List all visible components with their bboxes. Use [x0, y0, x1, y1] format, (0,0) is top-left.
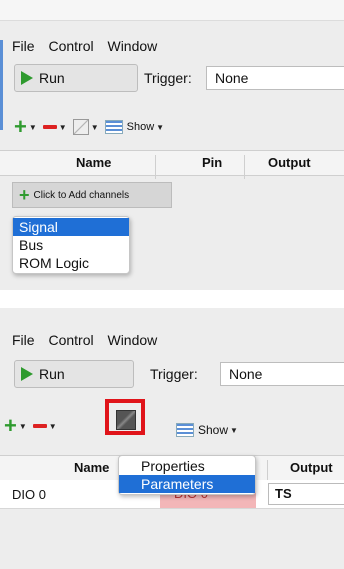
menu-file[interactable]: File: [12, 38, 35, 54]
chevron-down-icon[interactable]: ▼: [156, 123, 164, 132]
show-button-label: Show: [198, 423, 229, 437]
add-channels-label: Click to Add channels: [33, 189, 130, 201]
show-button[interactable]: Show ▼: [176, 423, 244, 437]
highlight-box: [105, 399, 145, 435]
remove-channel-icon[interactable]: [32, 424, 47, 428]
column-output[interactable]: Output: [268, 155, 311, 170]
window-title-strip: [0, 0, 344, 21]
menu-control[interactable]: Control: [48, 38, 93, 54]
column-name[interactable]: Name: [74, 460, 109, 475]
window-edge-accent: [0, 40, 3, 130]
trigger-label: Trigger:: [144, 70, 192, 86]
run-button[interactable]: Run: [14, 360, 134, 388]
top-screenshot-panel: File Control Window Run Trigger: None + ▼…: [0, 0, 344, 290]
menu-item-properties[interactable]: Properties: [119, 457, 255, 475]
column-output[interactable]: Output: [290, 460, 333, 475]
remove-channel-icon[interactable]: [42, 125, 57, 129]
trigger-label: Trigger:: [150, 366, 198, 382]
play-icon: [21, 71, 33, 85]
menu-window[interactable]: Window: [107, 38, 157, 54]
menu-bar: File Control Window: [12, 332, 167, 348]
play-icon: [21, 367, 33, 381]
add-channel-menu: Signal Bus ROM Logic: [12, 216, 130, 274]
plus-icon: +: [19, 185, 30, 205]
show-columns-icon: [176, 423, 194, 437]
add-channel-icon[interactable]: +: [4, 415, 17, 437]
column-divider: [244, 155, 245, 179]
chevron-down-icon[interactable]: ▼: [29, 123, 37, 132]
chevron-down-icon[interactable]: ▼: [19, 422, 27, 431]
separator-gap: [0, 290, 344, 308]
trigger-select[interactable]: None: [206, 66, 344, 90]
run-label: Run: [39, 366, 65, 382]
chevron-down-icon: ▼: [230, 425, 238, 435]
channel-toolbar: + ▼ ▼: [4, 415, 63, 437]
show-columns-icon[interactable]: [104, 120, 123, 134]
edit-channel-icon[interactable]: [72, 119, 89, 135]
menu-window[interactable]: Window: [107, 332, 157, 348]
bottom-screenshot-panel: File Control Window Run Trigger: None: [0, 308, 344, 569]
menu-item-parameters[interactable]: Parameters: [119, 475, 255, 493]
trigger-select[interactable]: None: [220, 362, 344, 386]
show-button-label[interactable]: Show: [127, 121, 155, 133]
output-select[interactable]: TS: [268, 483, 344, 505]
chevron-down-icon[interactable]: ▼: [91, 123, 99, 132]
chevron-down-icon[interactable]: ▼: [49, 422, 57, 431]
menu-control[interactable]: Control: [48, 332, 93, 348]
channel-table-header: Name Pin Output: [0, 150, 344, 179]
channel-name: DIO 0: [12, 487, 46, 502]
menu-item-rom-logic[interactable]: ROM Logic: [13, 254, 129, 272]
column-divider: [155, 155, 156, 179]
add-channel-icon[interactable]: +: [14, 116, 27, 138]
menu-item-signal[interactable]: Signal: [13, 218, 129, 236]
menu-file[interactable]: File: [12, 332, 35, 348]
channel-toolbar: + ▼ ▼ ▼ Show ▼: [14, 116, 170, 138]
run-label: Run: [39, 70, 65, 86]
column-name[interactable]: Name: [76, 155, 111, 170]
edit-context-menu: Properties Parameters: [118, 455, 256, 495]
menu-item-bus[interactable]: Bus: [13, 236, 129, 254]
menu-bar: File Control Window: [12, 38, 167, 54]
column-pin[interactable]: Pin: [202, 155, 222, 170]
chevron-down-icon[interactable]: ▼: [59, 123, 67, 132]
add-channels-button[interactable]: + Click to Add channels: [12, 182, 172, 208]
run-button[interactable]: Run: [14, 64, 138, 92]
